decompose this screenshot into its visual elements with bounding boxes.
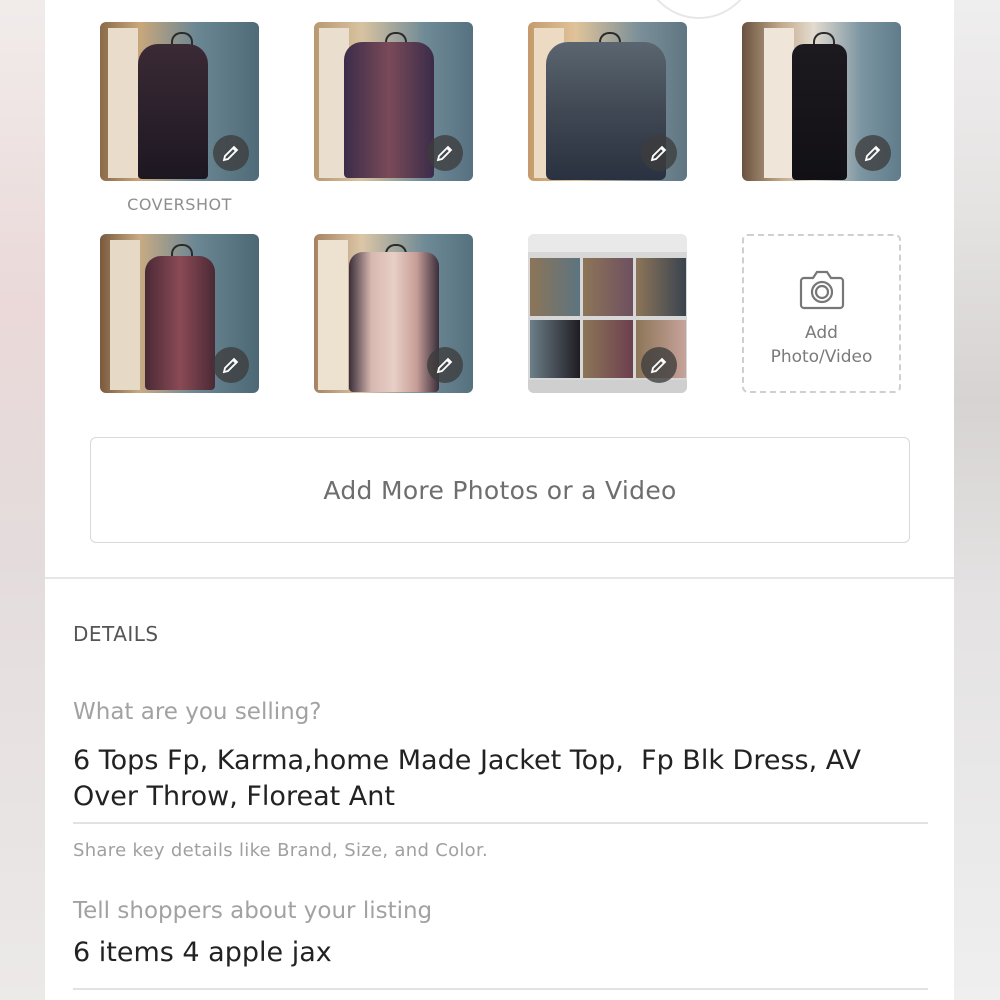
photo-thumbnail-1[interactable] bbox=[100, 22, 259, 181]
selling-field-hint: Share key details like Brand, Size, and … bbox=[73, 840, 489, 861]
camera-icon bbox=[799, 270, 845, 310]
coverphoto-label: COVERSHOT bbox=[127, 195, 232, 214]
selling-field-label: What are you selling? bbox=[73, 699, 322, 725]
selling-title-input[interactable]: 6 Tops Fp, Karma,home Made Jacket Top, F… bbox=[73, 743, 913, 815]
add-more-photos-button[interactable]: Add More Photos or a Video bbox=[90, 437, 910, 543]
scroll-indicator-circle bbox=[642, 0, 756, 19]
description-input[interactable]: 6 items 4 apple jax bbox=[73, 935, 913, 971]
add-photo-video-button[interactable]: Add Photo/Video bbox=[742, 234, 901, 393]
description-field-underline bbox=[73, 988, 928, 990]
section-divider bbox=[45, 577, 954, 579]
edit-pencil-icon[interactable] bbox=[855, 135, 891, 171]
selling-field-underline bbox=[73, 822, 928, 824]
edit-pencil-icon[interactable] bbox=[427, 347, 463, 383]
photo-thumbnail-3[interactable] bbox=[528, 22, 687, 181]
edit-pencil-icon[interactable] bbox=[213, 347, 249, 383]
edit-pencil-icon[interactable] bbox=[427, 135, 463, 171]
photo-thumbnail-4[interactable] bbox=[742, 22, 901, 181]
photo-thumbnail-2[interactable] bbox=[314, 22, 473, 181]
photo-thumbnail-5[interactable] bbox=[100, 234, 259, 393]
edit-pencil-icon[interactable] bbox=[213, 135, 249, 171]
details-section-title: DETAILS bbox=[73, 622, 159, 646]
background-right bbox=[954, 0, 1000, 1000]
edit-pencil-icon[interactable] bbox=[641, 347, 677, 383]
edit-pencil-icon[interactable] bbox=[641, 135, 677, 171]
add-photo-video-label: Add Photo/Video bbox=[770, 323, 873, 367]
background-left bbox=[0, 0, 45, 1000]
photo-thumbnail-7-collage[interactable] bbox=[528, 234, 687, 393]
photo-thumbnail-6[interactable] bbox=[314, 234, 473, 393]
description-field-label: Tell shoppers about your listing bbox=[73, 898, 433, 924]
